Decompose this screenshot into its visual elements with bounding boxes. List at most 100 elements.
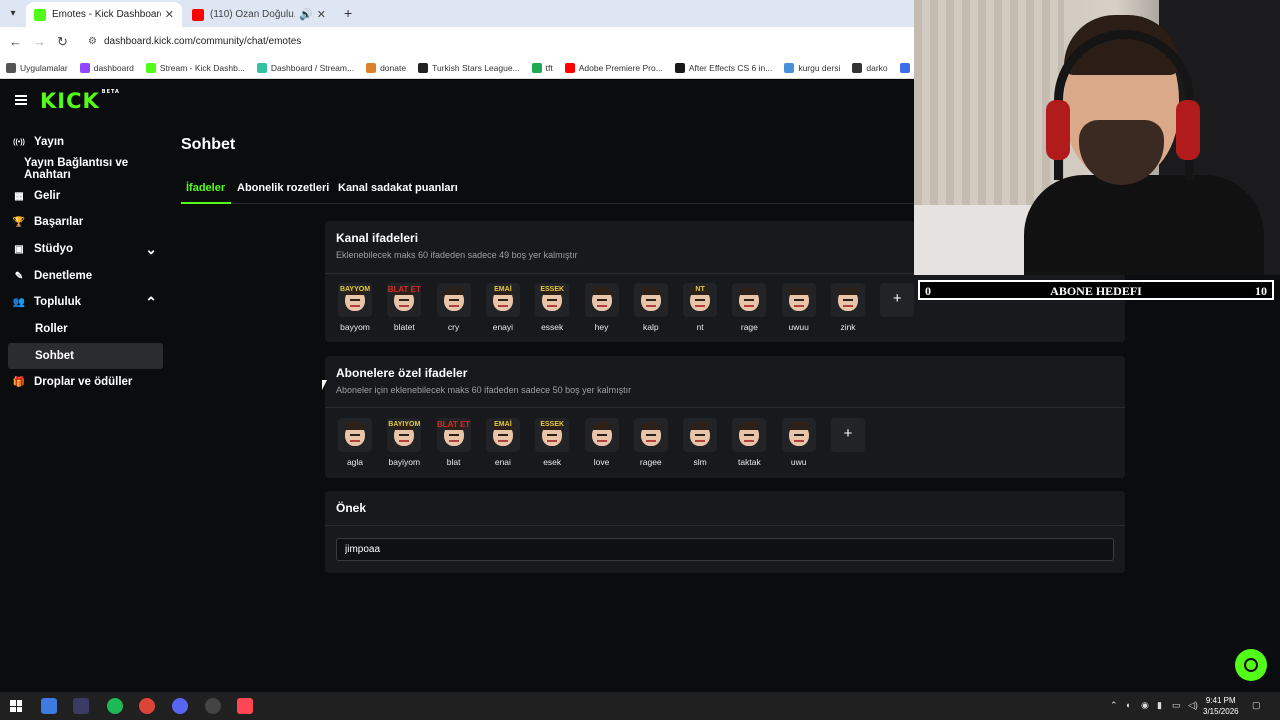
sidebar-item[interactable]: Roller [8, 316, 163, 342]
chevron-up-icon[interactable]: ⌃ [145, 294, 157, 311]
emote-label: blatet [393, 322, 415, 332]
emote-item[interactable]: ESSEK esek [534, 418, 570, 467]
bookmark-item[interactable]: kurgu dersi [784, 62, 840, 73]
bookmark-item[interactable]: Turkish Stars League... [418, 62, 520, 73]
emote-label: love [593, 457, 610, 467]
emote-item[interactable]: love [584, 418, 620, 467]
tab-emotes[interactable]: İfadeler [186, 182, 225, 194]
card-divider [325, 407, 1125, 408]
chevron-down-icon[interactable]: ⌄ [145, 241, 157, 258]
close-tab-icon[interactable]: ✕ [165, 8, 174, 21]
emote-item[interactable]: hey [584, 283, 620, 332]
studio-icon: ▣ [14, 243, 24, 255]
obs-icon[interactable] [205, 698, 221, 714]
emote-item[interactable]: uwuu [781, 283, 817, 332]
site-info-icon[interactable]: ⚙ [88, 31, 97, 53]
sidebar-item[interactable]: 🎁 Droplar ve ödüller [8, 369, 163, 395]
windows-start-icon[interactable] [10, 700, 22, 712]
emote-item[interactable]: BAYIYOM bayiyom [386, 418, 422, 467]
back-icon[interactable]: ← [9, 34, 22, 49]
forward-icon[interactable]: → [33, 34, 46, 49]
notifications-icon[interactable]: ▢ [1252, 700, 1261, 711]
emote-item[interactable]: taktak [731, 418, 767, 467]
add-emote-button[interactable]: + [880, 283, 915, 317]
spotify-icon[interactable] [107, 698, 123, 714]
chrome-icon[interactable] [139, 698, 155, 714]
emote-item[interactable]: BAYYOM bayyom [337, 283, 373, 332]
sidebar-item[interactable]: ✎ Denetleme [8, 263, 163, 289]
bookmark-item[interactable]: Stream - Kick Dashb... [145, 62, 245, 73]
volume-icon[interactable]: ◁) [1188, 700, 1198, 711]
tab-loyalty-points[interactable]: Kanal sadakat puanları [338, 182, 458, 194]
valorant-icon[interactable] [237, 698, 253, 714]
app-blue-icon[interactable] [41, 698, 57, 714]
url-field[interactable]: ⚙ dashboard.kick.com/community/chat/emot… [82, 31, 962, 53]
bookmark-item[interactable]: Dashboard / Stream... [256, 62, 354, 73]
emote-label: rage [740, 322, 758, 332]
emote-item[interactable]: uwu [781, 418, 817, 467]
sidebar-item-label: Gelir [34, 190, 61, 202]
bookmark-item[interactable]: After Effects CS 6 in... [674, 62, 772, 73]
kick-logo[interactable]: KICK BETA [40, 89, 120, 113]
sidebar-item[interactable]: ▦ Gelir [8, 183, 163, 209]
sidebar-item[interactable]: Sohbet [8, 343, 163, 369]
emote-item[interactable]: NT nt [682, 283, 718, 332]
emote-item[interactable]: EMAİ enai [485, 418, 521, 467]
sub-emotes-subtitle: Aboneler için eklenebilecek maks 60 ifad… [336, 385, 632, 395]
bookmark-item[interactable]: dashboard [79, 62, 134, 73]
sidebar-item[interactable]: ((•)) Yayın [8, 129, 163, 155]
add-emote-button[interactable]: + [831, 418, 865, 452]
emote-item[interactable]: agla [337, 418, 373, 467]
windows-taskbar: ⌃ ◖ ◉ ▮ ▭ ◁) 9:41 PM 3/15/2026 ▢ [0, 692, 1280, 720]
emote-item[interactable]: rage [731, 283, 767, 332]
emote-item[interactable]: slm [682, 418, 718, 467]
emote-item[interactable]: cry [436, 283, 472, 332]
bookmark-item[interactable]: tft [531, 62, 553, 73]
audio-playing-icon[interactable]: 🔊 [299, 8, 313, 21]
emote-item[interactable]: BLAT ET blat [436, 418, 472, 467]
microphone-icon[interactable]: ▮ [1157, 700, 1162, 711]
sidebar-item[interactable]: 🏆 Başarılar [8, 209, 163, 235]
emote-item[interactable]: zink [830, 283, 866, 332]
emote-item[interactable]: kalp [633, 283, 669, 332]
new-tab-icon[interactable]: + [344, 5, 352, 21]
reload-icon[interactable]: ↻ [57, 34, 68, 50]
sidebar-item-label: Denetleme [34, 270, 93, 282]
steam-icon[interactable]: ◉ [1141, 700, 1149, 711]
url-text: dashboard.kick.com/community/chat/emotes [104, 36, 302, 47]
sidebar-item[interactable]: Yayın Bağlantısı ve Anahtarı [8, 156, 163, 182]
headphones-icon[interactable]: ◖ [1125, 700, 1130, 710]
sidebar-item-label: Yayın Bağlantısı ve Anahtarı [24, 157, 129, 181]
close-tab-icon[interactable]: ✕ [317, 8, 326, 21]
sidebar-item-label: Topluluk [34, 296, 82, 308]
emote-image: EMAİ [485, 418, 520, 452]
app-dark-icon[interactable] [73, 698, 89, 714]
tab-sub-badges[interactable]: Abonelik rozetleri [237, 182, 329, 194]
support-chat-button[interactable] [1235, 649, 1267, 681]
tray-chevron-icon[interactable]: ⌃ [1110, 700, 1118, 711]
emote-label: kalp [643, 322, 659, 332]
sidebar-item[interactable]: 👥 Topluluk ⌃ [8, 289, 163, 315]
headset-right-ear [1176, 100, 1200, 160]
emote-item[interactable]: BLAT ET blatet [386, 283, 422, 332]
bookmark-item[interactable]: darko [852, 62, 888, 73]
streamer-shirt [1024, 175, 1264, 275]
tab-emotes-kick[interactable]: Emotes - Kick Dashboard ✕ [26, 2, 182, 27]
bookmark-item[interactable]: Adobe Premiere Pro... [564, 62, 663, 73]
bookmark-item[interactable]: donate [366, 62, 406, 73]
tab-youtube[interactable]: (110) Ozan Doğulu, Sıla - Al 🔊 ✕ [184, 2, 334, 27]
network-icon[interactable]: ▭ [1172, 700, 1181, 711]
emote-item[interactable]: ragee [633, 418, 669, 467]
menu-icon[interactable] [15, 95, 27, 105]
discord-icon[interactable] [172, 698, 188, 714]
emote-face-icon [739, 287, 760, 311]
sidebar-item[interactable]: ▣ Stüdyo ⌄ [8, 236, 163, 262]
emote-item[interactable]: EMAİ enayi [485, 283, 521, 332]
emote-item[interactable]: ESSEK essek [534, 283, 570, 332]
bookmark-item[interactable]: Uygulamalar [6, 62, 68, 73]
prefix-input[interactable] [336, 538, 1114, 561]
emote-image [633, 418, 668, 452]
emote-label: cry [447, 322, 460, 332]
tab-search-icon[interactable]: ▾ [5, 6, 21, 22]
taskbar-clock[interactable]: 9:41 PM 3/15/2026 [1203, 695, 1239, 717]
